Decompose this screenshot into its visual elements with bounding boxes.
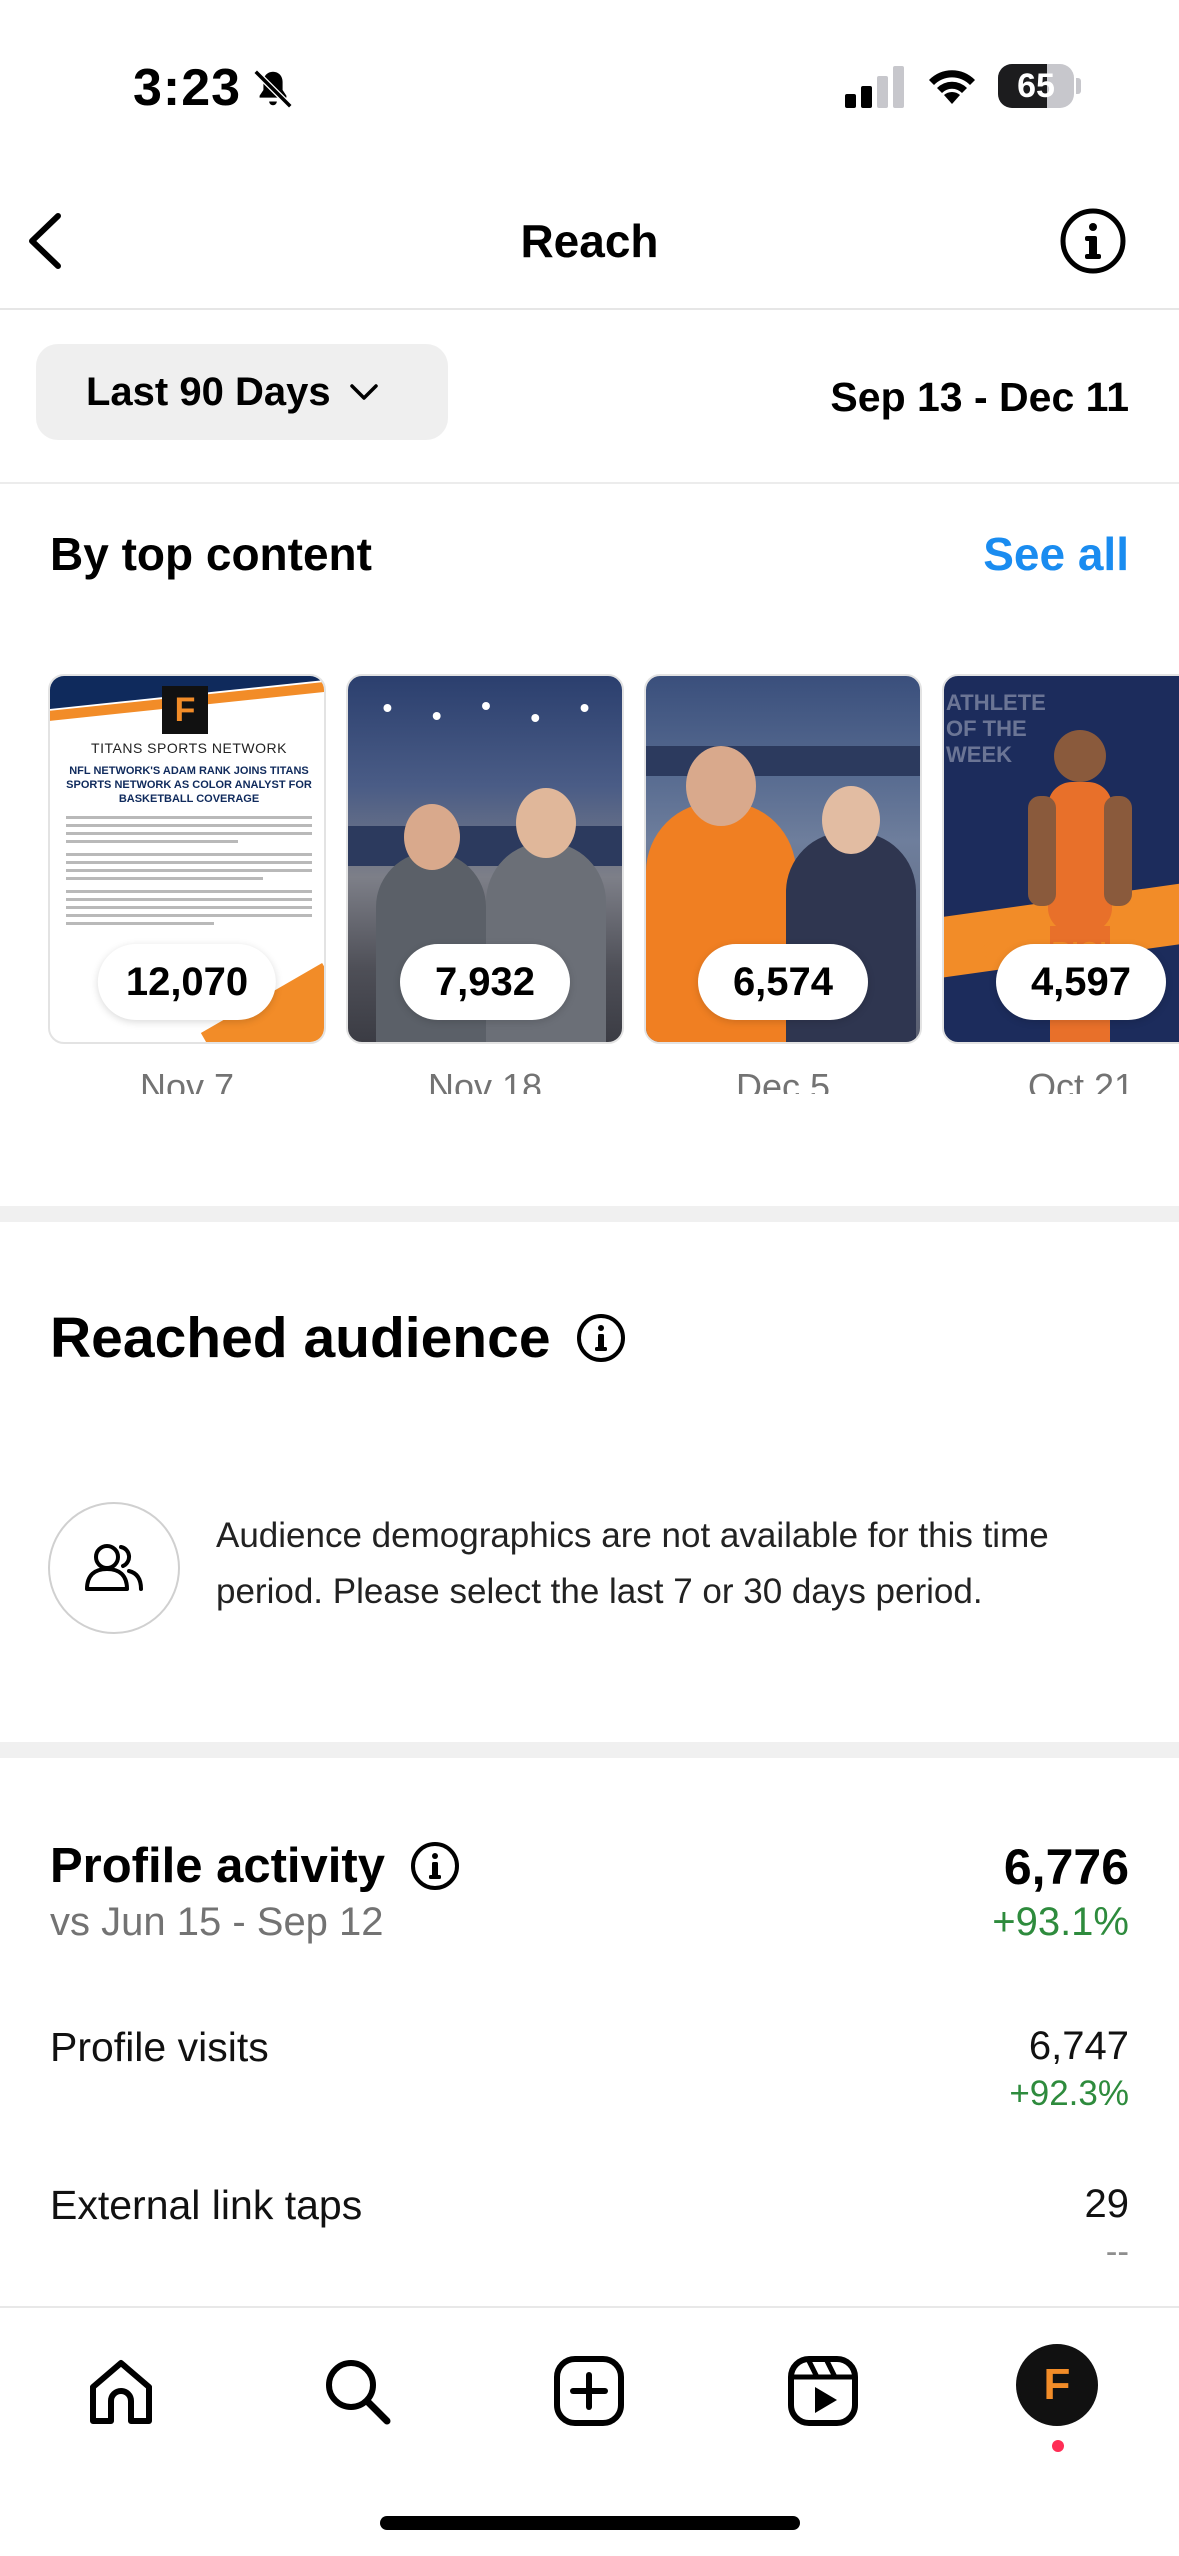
metric-change: +92.3% bbox=[1009, 2074, 1129, 2113]
profile-avatar[interactable]: F bbox=[1016, 2344, 1098, 2426]
card-headline: NFL NETWORK'S ADAM RANK JOINS TITANS SPO… bbox=[66, 765, 312, 805]
people-icon bbox=[85, 1544, 143, 1591]
card-org-text: TITANS SPORTS NETWORK bbox=[91, 740, 287, 756]
battery-level: 65 bbox=[1017, 67, 1055, 105]
section-divider bbox=[0, 1206, 1179, 1222]
content-card[interactable]: 6,574 bbox=[644, 674, 922, 1044]
profile-activity-title: Profile activity bbox=[50, 1839, 385, 1893]
top-content-carousel[interactable]: F TITANS SPORTS NETWORK NFL NETWORK'S AD… bbox=[48, 674, 1179, 1094]
battery-icon: 65 bbox=[998, 64, 1081, 108]
reels-icon bbox=[788, 2356, 858, 2426]
page-title: Reach bbox=[520, 215, 659, 267]
profile-activity-heading: Profile activity bbox=[50, 1838, 461, 1894]
metric-label: External link taps bbox=[50, 2182, 363, 2228]
metric-change: -- bbox=[1105, 2232, 1129, 2271]
metric-value: 6,747 bbox=[1028, 2024, 1129, 2068]
chevron-down-icon bbox=[349, 384, 378, 400]
bell-slash-icon bbox=[253, 69, 293, 109]
audience-icon-circle bbox=[48, 1502, 180, 1634]
status-bar: 3:23 65 bbox=[0, 0, 1179, 170]
nav-create[interactable] bbox=[544, 2346, 634, 2436]
status-time: 3:23 bbox=[133, 59, 242, 117]
card-reach-value: 4,597 bbox=[996, 944, 1166, 1020]
nav-home[interactable] bbox=[76, 2346, 166, 2436]
date-range-dates: Sep 13 - Dec 11 bbox=[830, 374, 1129, 420]
date-range-row: Last 90 Days Sep 13 - Dec 11 bbox=[0, 312, 1179, 484]
home-indicator[interactable] bbox=[380, 2516, 800, 2530]
date-range-label: Last 90 Days bbox=[86, 369, 331, 414]
metric-label: Profile visits bbox=[50, 2024, 269, 2070]
bottom-nav: F bbox=[0, 2306, 1179, 2556]
card-reach-value: 7,932 bbox=[400, 944, 570, 1020]
card-date: Nov 7 bbox=[139, 1066, 235, 1094]
nav-reels[interactable] bbox=[778, 2346, 868, 2436]
info-icon[interactable] bbox=[1058, 206, 1128, 276]
top-content-title: By top content bbox=[50, 528, 372, 580]
content-card[interactable]: F TITANS SPORTS NETWORK NFL NETWORK'S AD… bbox=[48, 674, 326, 1044]
section-divider bbox=[0, 1742, 1179, 1758]
profile-activity-compare: vs Jun 15 - Sep 12 bbox=[50, 1900, 384, 1944]
card-date: Nov 18 bbox=[427, 1066, 543, 1094]
info-icon[interactable] bbox=[575, 1312, 627, 1364]
card-reach-value: 6,574 bbox=[698, 944, 868, 1020]
reached-audience-title: Reached audience bbox=[50, 1306, 551, 1370]
notification-dot bbox=[1052, 2440, 1064, 2452]
see-all-link[interactable]: See all bbox=[983, 527, 1129, 581]
wifi-icon bbox=[929, 70, 975, 104]
create-icon bbox=[554, 2356, 624, 2426]
content-card[interactable]: 7,932 bbox=[346, 674, 624, 1044]
header: Reach bbox=[0, 170, 1179, 310]
card-date: Oct 21 bbox=[1027, 1066, 1135, 1094]
home-icon bbox=[90, 2360, 152, 2424]
cellular-signal-icon bbox=[845, 66, 904, 108]
profile-activity-total: 6,776 bbox=[1003, 1839, 1129, 1895]
search-icon bbox=[326, 2360, 391, 2425]
info-icon[interactable] bbox=[409, 1840, 461, 1892]
date-range-dropdown[interactable]: Last 90 Days bbox=[36, 344, 448, 440]
card-date: Dec 5 bbox=[735, 1066, 831, 1094]
nav-search[interactable] bbox=[312, 2346, 402, 2436]
metric-value: 29 bbox=[1084, 2182, 1130, 2226]
reached-audience-heading: Reached audience bbox=[50, 1305, 627, 1371]
card-reach-value: 12,070 bbox=[97, 944, 277, 1020]
profile-activity-total-change: +93.1% bbox=[992, 1900, 1129, 1944]
audience-unavailable-message: Audience demographics are not available … bbox=[216, 1516, 1049, 1611]
brand-logo: F bbox=[162, 686, 208, 734]
content-card[interactable]: ATHLETE OF THE WEEK KENDRICK 4,597 bbox=[942, 674, 1179, 1044]
